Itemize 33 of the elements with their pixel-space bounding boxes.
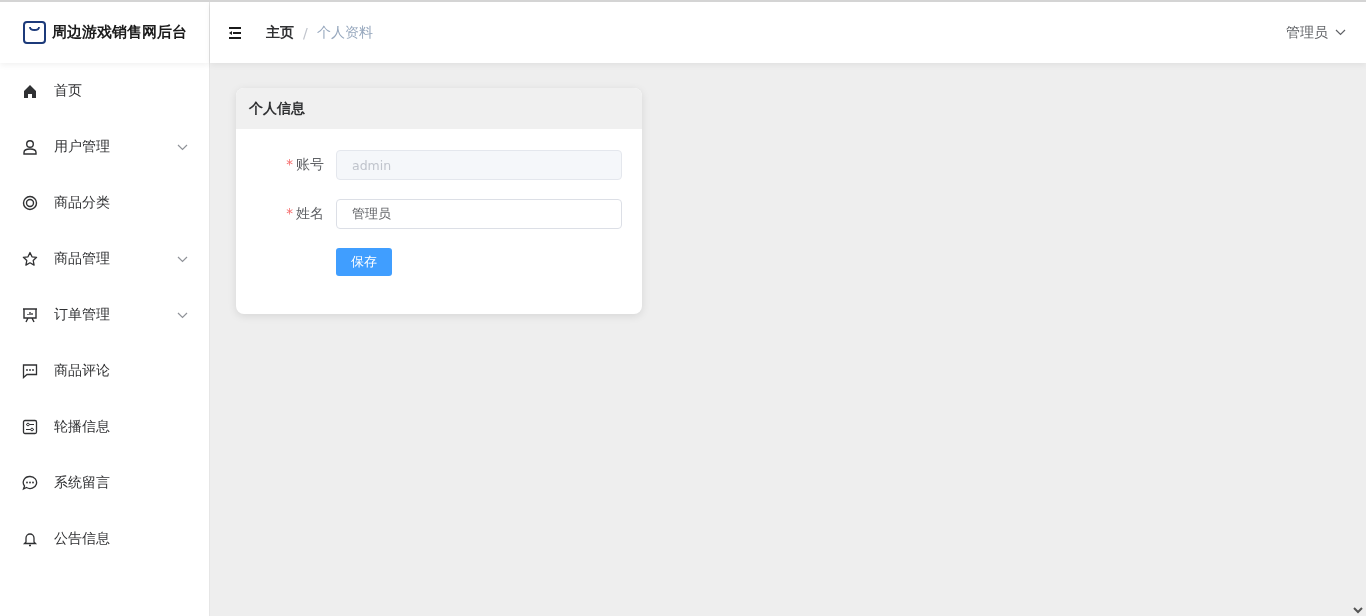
home-icon xyxy=(22,83,38,99)
breadcrumb-separator: / xyxy=(303,24,308,41)
presentation-board-icon xyxy=(22,307,38,323)
lifebuoy-icon xyxy=(22,195,38,211)
sidebar-item[interactable]: 商品评论 xyxy=(0,343,209,399)
field-label: * 账号 xyxy=(285,156,325,174)
breadcrumb-link[interactable]: 主页 xyxy=(266,23,294,42)
sidebar-item[interactable]: 商品分类 xyxy=(0,175,209,231)
app-title: 周边游戏销售网后台 xyxy=(52,23,187,42)
card-title: 个人信息 xyxy=(236,88,642,129)
user-menu[interactable]: 管理员 xyxy=(1286,23,1346,42)
sidebar-item[interactable]: 系统留言 xyxy=(0,455,209,511)
chat-box-icon xyxy=(22,363,38,379)
scroll-down-icon[interactable] xyxy=(1353,607,1363,614)
sidebar-item[interactable]: 首页 xyxy=(0,63,209,119)
chevron-down-icon xyxy=(177,311,188,319)
chevron-down-icon xyxy=(177,255,188,263)
input-field[interactable]: 管理员 xyxy=(336,199,622,229)
user-icon xyxy=(22,139,38,155)
sidebar-item[interactable]: 用户管理 xyxy=(0,119,209,175)
chat-bubble-icon xyxy=(22,475,38,491)
sidebar-item[interactable]: 公告信息 xyxy=(0,511,209,567)
field-label: * 姓名 xyxy=(285,205,325,223)
star-icon xyxy=(22,251,38,267)
chevron-down-icon xyxy=(177,143,188,151)
sidebar-item[interactable]: 轮播信息 xyxy=(0,399,209,455)
sidebar-item[interactable]: 订单管理 xyxy=(0,287,209,343)
sidebar-item[interactable]: 商品管理 xyxy=(0,231,209,287)
sliders-icon xyxy=(22,419,38,435)
shopping-bag-icon xyxy=(23,21,46,44)
menu-fold-icon[interactable] xyxy=(228,26,242,39)
chevron-down-icon xyxy=(1335,29,1346,36)
bell-icon xyxy=(22,531,38,547)
